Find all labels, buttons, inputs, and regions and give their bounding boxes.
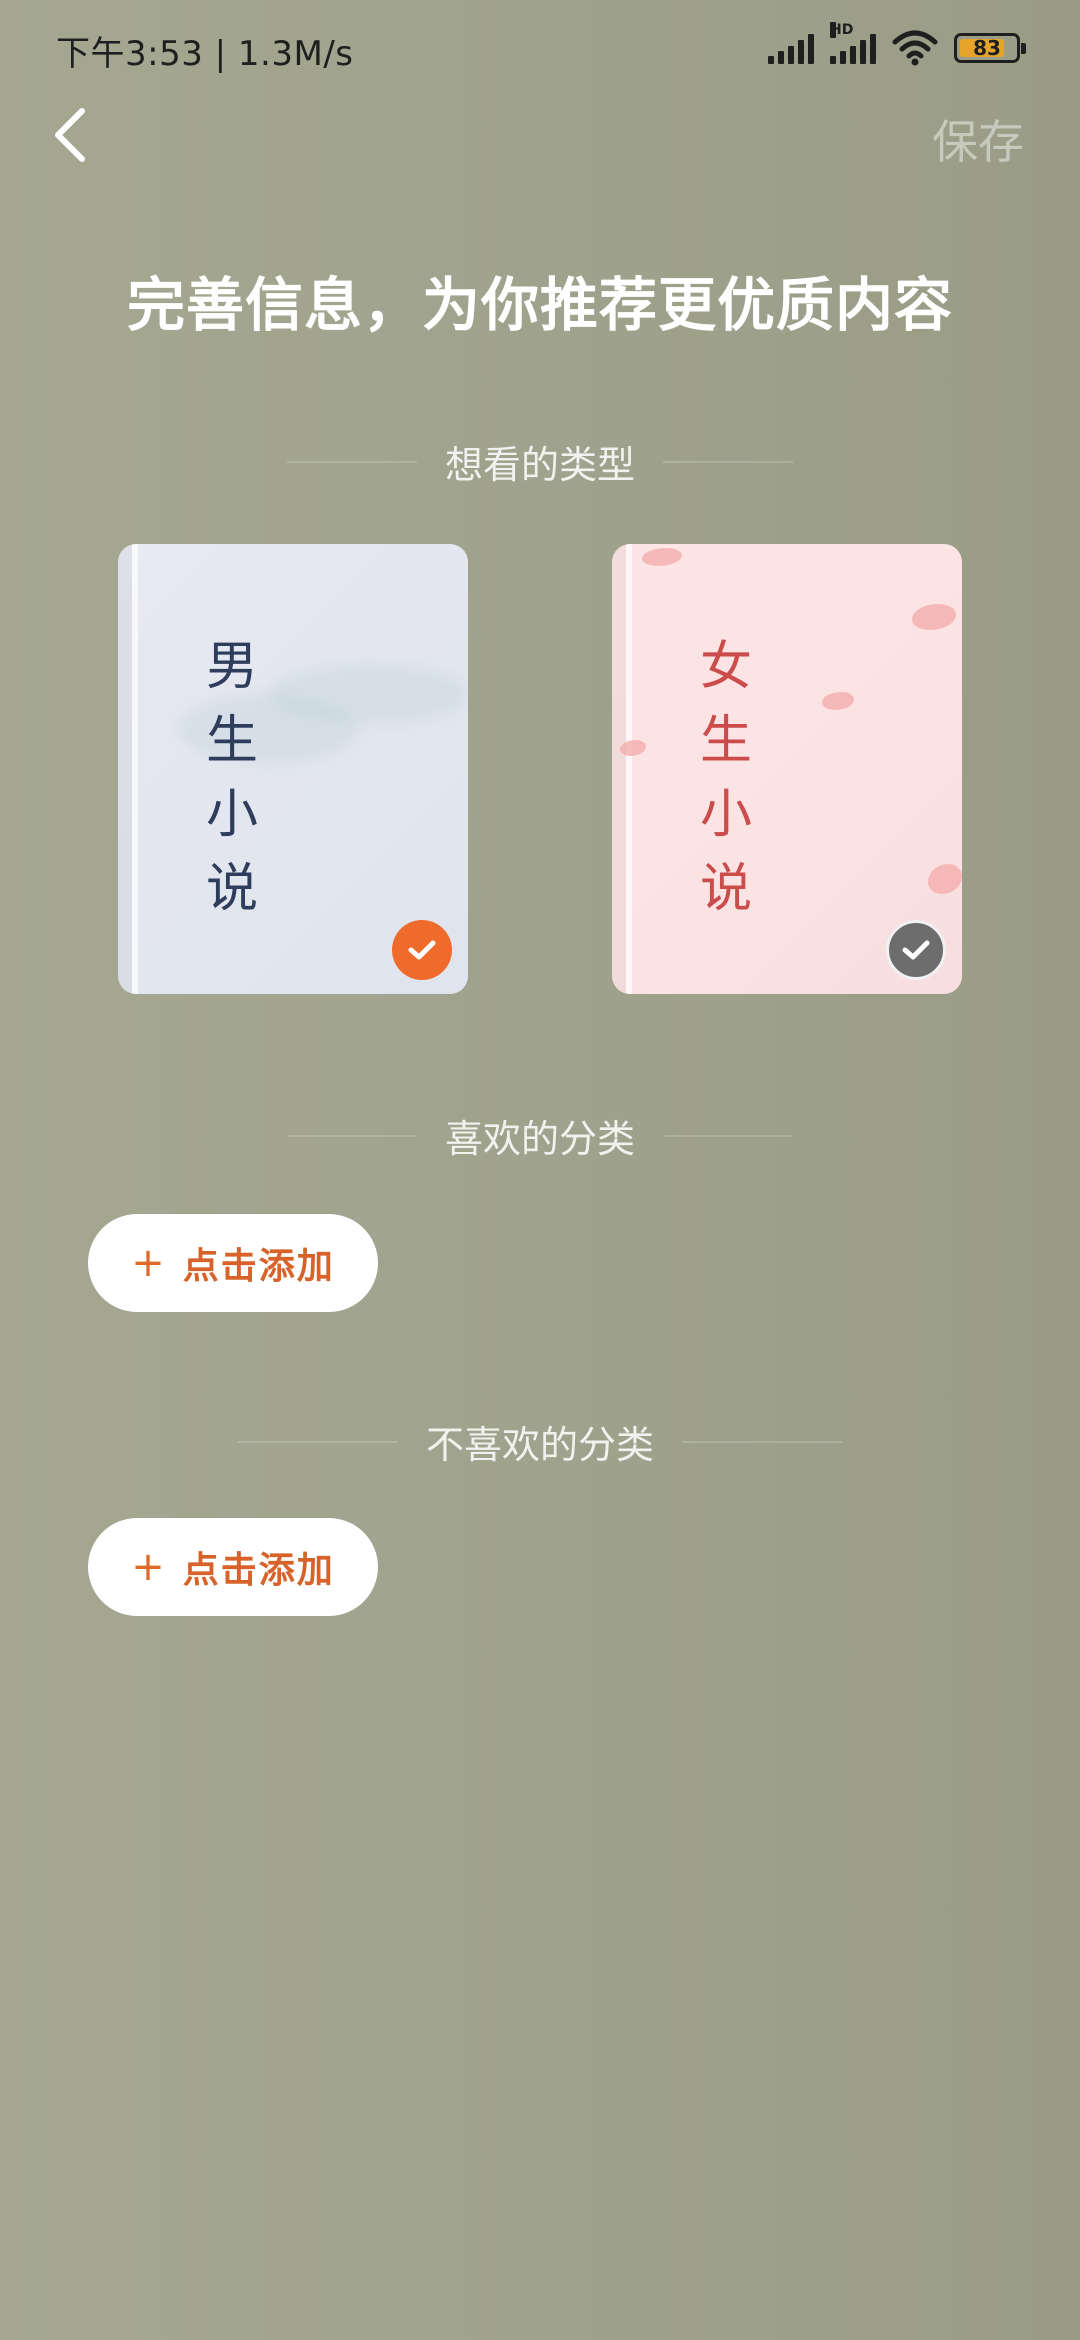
check-unselected-icon[interactable] <box>886 920 946 980</box>
section-label: 不喜欢的分类 <box>425 1423 654 1467</box>
section-label: 想看的类型 <box>444 443 635 487</box>
add-label: 点击添加 <box>182 1550 335 1591</box>
petal-decoration <box>928 864 962 894</box>
card-title: 男生小说 <box>205 637 258 919</box>
section-header-liked: 喜欢的分类 <box>0 1108 1080 1163</box>
section-header-types: 想看的类型 <box>0 434 1080 489</box>
plus-icon: + <box>131 1240 165 1286</box>
divider <box>286 460 417 463</box>
battery-level: 83 <box>973 36 1001 60</box>
divider <box>286 1134 417 1137</box>
chevron-left-icon <box>55 108 85 162</box>
add-liked-category-button[interactable]: + 点击添加 <box>88 1214 378 1312</box>
card-title: 女生小说 <box>699 637 752 919</box>
section-label: 喜欢的分类 <box>444 1117 635 1161</box>
add-disliked-category-button[interactable]: + 点击添加 <box>88 1518 378 1616</box>
divider <box>237 1440 398 1443</box>
divider <box>663 1134 793 1137</box>
divider <box>682 1440 842 1443</box>
petal-decoration <box>822 692 854 710</box>
back-button[interactable] <box>40 100 100 170</box>
add-label: 点击添加 <box>182 1246 335 1287</box>
check-selected-icon[interactable] <box>392 920 452 980</box>
page-title: 完善信息，为你推荐更优质内容 <box>126 271 953 339</box>
status-icons: HD 83 <box>768 22 1026 68</box>
petal-decoration <box>912 604 956 630</box>
signal-icon <box>768 32 814 64</box>
male-novel-card[interactable]: 男生小说 <box>118 544 468 994</box>
save-button[interactable]: 保存 <box>932 106 1024 172</box>
divider <box>663 460 793 463</box>
wifi-icon <box>892 30 938 66</box>
petal-decoration <box>642 548 682 566</box>
hd-label: HD <box>830 22 854 38</box>
status-time-speed: 下午3:53 | 1.3M/s <box>56 34 354 74</box>
plus-icon: + <box>131 1544 165 1590</box>
battery-icon: 83 <box>954 33 1026 63</box>
section-header-disliked: 不喜欢的分类 <box>0 1414 1080 1469</box>
signal-hd-icon: HD <box>830 22 876 64</box>
female-novel-card[interactable]: 女生小说 <box>612 544 962 994</box>
status-bar: 下午3:53 | 1.3M/s HD 83 <box>0 0 1080 96</box>
petal-decoration <box>620 740 646 756</box>
mist-decoration <box>268 664 468 724</box>
